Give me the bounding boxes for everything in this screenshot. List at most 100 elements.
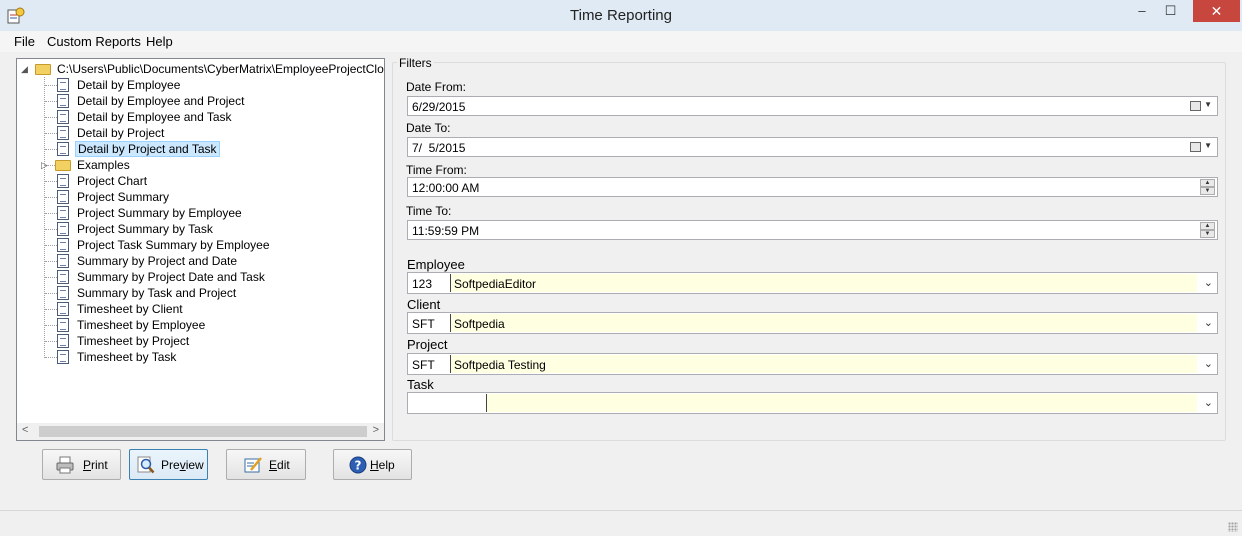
tree-connector — [45, 245, 57, 246]
tree-item[interactable]: Timesheet by Employee — [57, 317, 207, 333]
tree-item[interactable]: Project Summary — [57, 189, 171, 205]
tree-connector — [45, 213, 57, 214]
expand-arrow-icon[interactable]: ▷ — [41, 160, 48, 171]
collapse-arrow-icon[interactable]: ◢ — [21, 64, 28, 75]
resize-grip-icon[interactable] — [1228, 522, 1238, 532]
report-tree[interactable]: ◢ C:\Users\Public\Documents\CyberMatrix\… — [16, 58, 385, 441]
employee-label: Employee — [407, 257, 465, 272]
time-to-spinner[interactable]: ▲ ▼ — [1200, 222, 1215, 238]
date-from-picker[interactable]: 6/29/2015 ▼ — [407, 96, 1218, 116]
task-code-area — [408, 393, 486, 413]
tree-item[interactable]: Project Summary by Task — [57, 221, 215, 237]
chevron-down-icon[interactable]: ⌄ — [1204, 357, 1213, 370]
employee-combo[interactable]: 123 SoftpediaEditor ⌄ — [407, 272, 1218, 294]
tree-item[interactable]: Summary by Project Date and Task — [57, 269, 267, 285]
tree-item-label: Timesheet by Task — [77, 350, 177, 364]
project-label: Project — [407, 337, 448, 352]
report-document-icon — [57, 94, 69, 108]
print-button[interactable]: Print — [42, 449, 121, 480]
tree-item[interactable]: Detail by Employee and Project — [57, 93, 246, 109]
time-to-input[interactable]: 11:59:59 PM ▲ ▼ — [407, 220, 1218, 240]
tree-connector — [45, 357, 57, 358]
title-bar: Time Reporting – ☐ ✕ — [0, 0, 1242, 31]
tree-item[interactable]: Project Chart — [57, 173, 149, 189]
client-name-field[interactable]: Softpedia — [450, 314, 1197, 332]
date-from-value: 6/29/2015 — [412, 100, 466, 114]
chevron-down-icon[interactable]: ⌄ — [1204, 316, 1213, 329]
calendar-icon[interactable] — [1190, 142, 1201, 152]
tree-item[interactable]: Summary by Task and Project — [57, 285, 238, 301]
dropdown-arrow-icon[interactable]: ▼ — [1204, 100, 1212, 109]
report-document-icon — [57, 206, 69, 220]
tree-item-label: Detail by Employee and Task — [77, 110, 232, 124]
tree-item[interactable]: Project Task Summary by Employee — [57, 237, 272, 253]
report-document-icon — [57, 110, 69, 124]
menu-file[interactable]: File — [14, 34, 35, 49]
tree-item-label: Project Summary by Task — [77, 222, 213, 236]
tree-item[interactable]: Summary by Project and Date — [57, 253, 239, 269]
time-from-input[interactable]: 12:00:00 AM ▲ ▼ — [407, 177, 1218, 197]
chevron-down-icon[interactable]: ⌄ — [1204, 276, 1213, 289]
tree-item[interactable]: Detail by Project — [57, 125, 166, 141]
task-combo[interactable]: ⌄ — [407, 392, 1218, 414]
preview-button[interactable]: Preview — [129, 449, 208, 480]
tree-item-label: Project Task Summary by Employee — [77, 238, 270, 252]
tree-connector — [44, 77, 45, 358]
spin-up-icon[interactable]: ▲ — [1200, 222, 1215, 230]
time-from-label: Time From: — [406, 163, 467, 177]
tree-item[interactable]: Detail by Employee — [57, 77, 182, 93]
scroll-thumb[interactable] — [39, 426, 367, 437]
tree-connector — [45, 309, 57, 310]
report-document-icon — [57, 286, 69, 300]
scroll-right-icon[interactable]: > — [373, 424, 379, 436]
client-combo[interactable]: SFT Softpedia ⌄ — [407, 312, 1218, 334]
tree-item[interactable]: Detail by Employee and Task — [57, 109, 234, 125]
report-document-icon — [57, 78, 69, 92]
employee-name-field[interactable]: SoftpediaEditor — [450, 274, 1197, 292]
report-document-icon — [57, 270, 69, 284]
chevron-down-icon[interactable]: ⌄ — [1204, 396, 1213, 409]
horizontal-scrollbar[interactable]: < > — [17, 423, 384, 440]
tree-item[interactable]: Detail by Project and Task — [57, 141, 220, 157]
help-button[interactable]: ? Help — [333, 449, 412, 480]
project-name-field[interactable]: Softpedia Testing — [450, 355, 1197, 373]
dropdown-arrow-icon[interactable]: ▼ — [1204, 141, 1212, 150]
tree-item-label: Examples — [77, 158, 130, 172]
calendar-icon[interactable] — [1190, 101, 1201, 111]
employee-code: 123 — [412, 277, 433, 291]
date-to-picker[interactable]: 7/ 5/2015 ▼ — [407, 137, 1218, 157]
report-document-icon — [57, 334, 69, 348]
spin-up-icon[interactable]: ▲ — [1200, 179, 1215, 187]
scroll-left-icon[interactable]: < — [22, 424, 28, 436]
tree-connector — [45, 277, 57, 278]
status-bar — [0, 510, 1242, 536]
tree-item[interactable]: Timesheet by Client — [57, 301, 185, 317]
time-from-value: 12:00:00 AM — [412, 181, 480, 195]
spin-down-icon[interactable]: ▼ — [1200, 230, 1215, 238]
minimize-button[interactable]: – — [1128, 0, 1156, 22]
time-from-spinner[interactable]: ▲ ▼ — [1200, 179, 1215, 195]
project-combo[interactable]: SFT Softpedia Testing ⌄ — [407, 353, 1218, 375]
edit-pencil-icon — [244, 457, 262, 473]
tree-connector — [45, 325, 57, 326]
menu-help[interactable]: Help — [146, 34, 173, 49]
report-document-icon — [57, 142, 69, 156]
tree-item[interactable]: Timesheet by Task — [57, 349, 178, 365]
tree-item-label: Timesheet by Project — [77, 334, 190, 348]
tree-connector — [45, 101, 57, 102]
tree-item[interactable]: Timesheet by Project — [57, 333, 191, 349]
tree-item[interactable]: Examples — [55, 157, 132, 173]
open-folder-icon — [35, 64, 51, 75]
report-document-icon — [57, 238, 69, 252]
tree-root[interactable]: C:\Users\Public\Documents\CyberMatrix\Em… — [35, 61, 384, 77]
maximize-button[interactable]: ☐ — [1157, 0, 1184, 22]
report-document-icon — [57, 254, 69, 268]
spin-down-icon[interactable]: ▼ — [1200, 187, 1215, 195]
menu-custom-reports[interactable]: Custom Reports — [47, 34, 141, 49]
time-to-value: 11:59:59 PM — [412, 224, 480, 238]
task-name-field[interactable] — [486, 394, 1197, 412]
edit-button[interactable]: Edit — [226, 449, 306, 480]
report-document-icon — [57, 302, 69, 316]
close-button[interactable]: ✕ — [1193, 0, 1240, 22]
tree-item[interactable]: Project Summary by Employee — [57, 205, 244, 221]
